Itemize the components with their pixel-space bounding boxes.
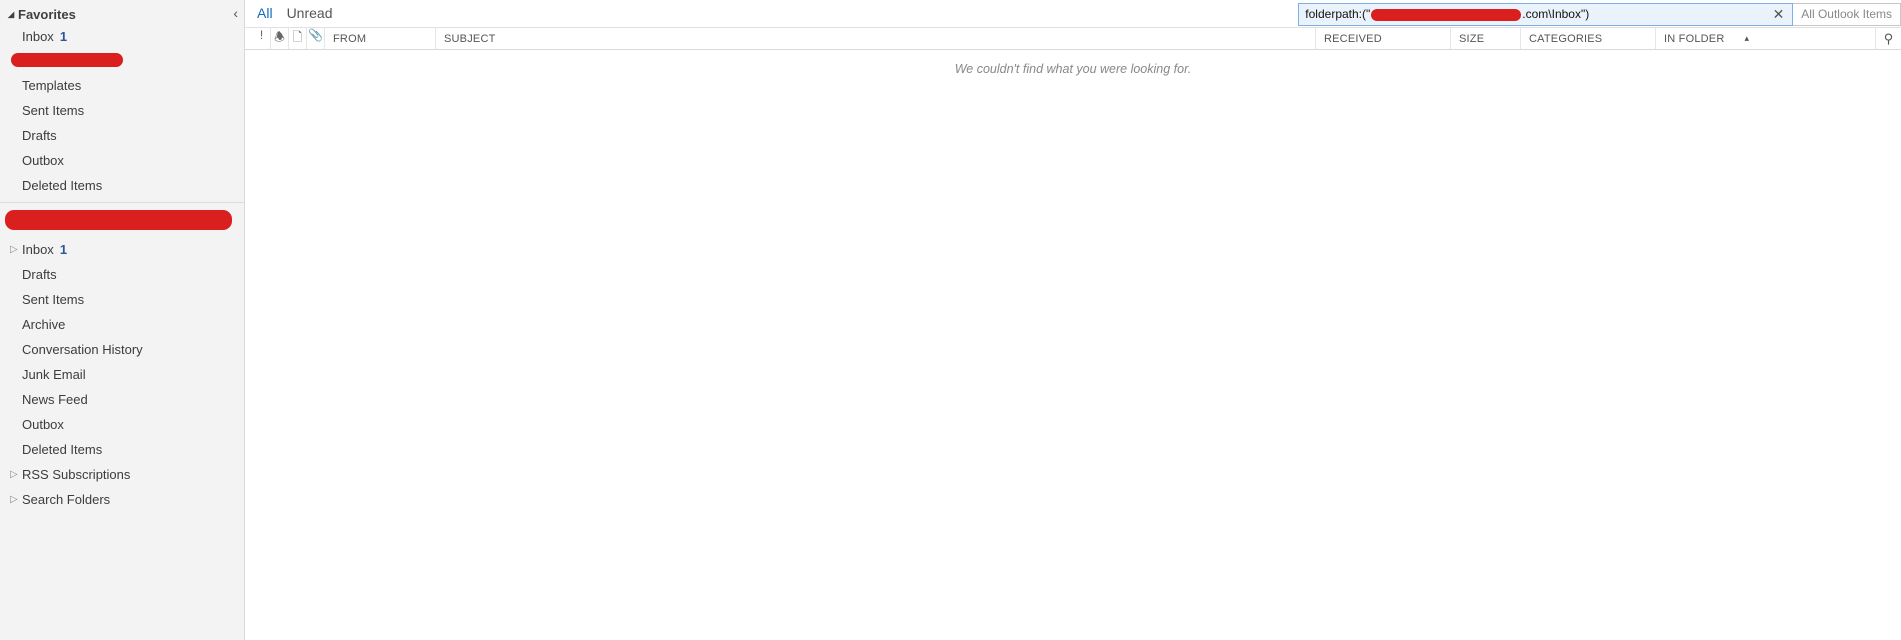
unread-count: 1 xyxy=(60,240,67,259)
caret-down-icon xyxy=(8,9,18,20)
caret-right-icon xyxy=(10,465,20,484)
col-received[interactable]: RECEIVED xyxy=(1315,28,1450,49)
col-importance-icon[interactable]: ! xyxy=(253,28,271,49)
message-list-pane: All Unread folderpath:(" .com\Inbox") ✕ A… xyxy=(245,0,1901,640)
favorites-drafts[interactable]: Drafts xyxy=(0,123,244,148)
column-filter-icon[interactable]: ⚲ xyxy=(1875,28,1901,49)
results-area: We couldn't find what you were looking f… xyxy=(245,50,1901,640)
account-junk-email[interactable]: Junk Email xyxy=(0,362,244,387)
account-rss-subscriptions[interactable]: RSS Subscriptions xyxy=(0,462,244,487)
folder-label: News Feed xyxy=(22,390,88,409)
folder-label: Sent Items xyxy=(22,101,84,120)
caret-right-icon xyxy=(10,240,20,259)
account-search-folders[interactable]: Search Folders xyxy=(0,487,244,512)
folder-label: Search Folders xyxy=(22,490,110,509)
col-subject[interactable]: SUBJECT xyxy=(435,28,1315,49)
unread-count: 1 xyxy=(60,27,67,46)
redacted-search-segment xyxy=(1371,9,1521,21)
col-in-folder-label: IN FOLDER xyxy=(1664,33,1724,45)
filter-tab-unread[interactable]: Unread xyxy=(287,5,333,24)
col-reminder-icon[interactable]: 🕭 xyxy=(271,28,289,49)
account-outbox[interactable]: Outbox xyxy=(0,412,244,437)
search-scope-dropdown[interactable]: All Outlook Items xyxy=(1793,3,1901,26)
favorites-deleted-items[interactable]: Deleted Items xyxy=(0,173,244,198)
sidebar-divider xyxy=(0,202,244,203)
col-from[interactable]: FROM xyxy=(325,28,435,49)
folder-label: Conversation History xyxy=(22,340,143,359)
folder-label: Inbox xyxy=(22,27,54,46)
search-prefix: folderpath:(" xyxy=(1305,7,1370,21)
col-in-folder[interactable]: IN FOLDER ▴ xyxy=(1655,28,1875,49)
favorites-label: Favorites xyxy=(18,7,76,22)
folder-label: Junk Email xyxy=(22,365,86,384)
folder-label: Deleted Items xyxy=(22,176,102,195)
favorites-inbox[interactable]: Inbox 1 xyxy=(0,24,244,49)
top-row: All Unread folderpath:(" .com\Inbox") ✕ A… xyxy=(245,0,1901,28)
collapse-pane-button[interactable]: ‹ xyxy=(233,6,238,20)
account-sent-items[interactable]: Sent Items xyxy=(0,287,244,312)
sort-ascending-icon: ▴ xyxy=(1744,33,1749,44)
folder-label: Sent Items xyxy=(22,290,84,309)
no-results-message: We couldn't find what you were looking f… xyxy=(245,50,1901,76)
filter-tab-all[interactable]: All xyxy=(257,5,273,24)
filter-tabs: All Unread xyxy=(245,3,344,24)
folder-label: Archive xyxy=(22,315,65,334)
account-deleted-items[interactable]: Deleted Items xyxy=(0,437,244,462)
folder-label: Drafts xyxy=(22,126,57,145)
col-categories[interactable]: CATEGORIES xyxy=(1520,28,1655,49)
redacted-folder xyxy=(12,51,244,71)
folder-pane: ‹ Favorites Inbox 1 Templates Sent Items… xyxy=(0,0,245,640)
account-drafts[interactable]: Drafts xyxy=(0,262,244,287)
col-itemtype-icon[interactable]: 🗋 xyxy=(289,28,307,49)
search-suffix: .com\Inbox") xyxy=(1522,7,1589,21)
folder-label: RSS Subscriptions xyxy=(22,465,130,484)
col-attachment-icon[interactable]: 📎 xyxy=(307,28,325,49)
account-inbox[interactable]: Inbox 1 xyxy=(0,237,244,262)
folder-label: Outbox xyxy=(22,415,64,434)
clear-search-icon[interactable]: ✕ xyxy=(1771,6,1787,23)
col-size[interactable]: SIZE xyxy=(1450,28,1520,49)
account-archive[interactable]: Archive xyxy=(0,312,244,337)
folder-label: Deleted Items xyxy=(22,440,102,459)
redacted-account-header xyxy=(6,207,244,235)
column-headers: ! 🕭 🗋 📎 FROM SUBJECT RECEIVED SIZE CATEG… xyxy=(245,28,1901,50)
favorites-header[interactable]: Favorites xyxy=(0,4,244,24)
folder-label: Inbox xyxy=(22,240,54,259)
search-area: folderpath:(" .com\Inbox") ✕ All Outlook … xyxy=(1298,1,1901,27)
favorites-sent-items[interactable]: Sent Items xyxy=(0,98,244,123)
folder-label: Outbox xyxy=(22,151,64,170)
account-conversation-history[interactable]: Conversation History xyxy=(0,337,244,362)
favorites-outbox[interactable]: Outbox xyxy=(0,148,244,173)
caret-right-icon xyxy=(10,490,20,509)
account-news-feed[interactable]: News Feed xyxy=(0,387,244,412)
search-input[interactable]: folderpath:(" .com\Inbox") ✕ xyxy=(1298,3,1793,26)
favorites-templates[interactable]: Templates xyxy=(0,73,244,98)
folder-label: Templates xyxy=(22,76,81,95)
search-scope-label: All Outlook Items xyxy=(1801,7,1892,21)
folder-label: Drafts xyxy=(22,265,57,284)
search-query-text: folderpath:(" .com\Inbox") xyxy=(1305,7,1770,21)
